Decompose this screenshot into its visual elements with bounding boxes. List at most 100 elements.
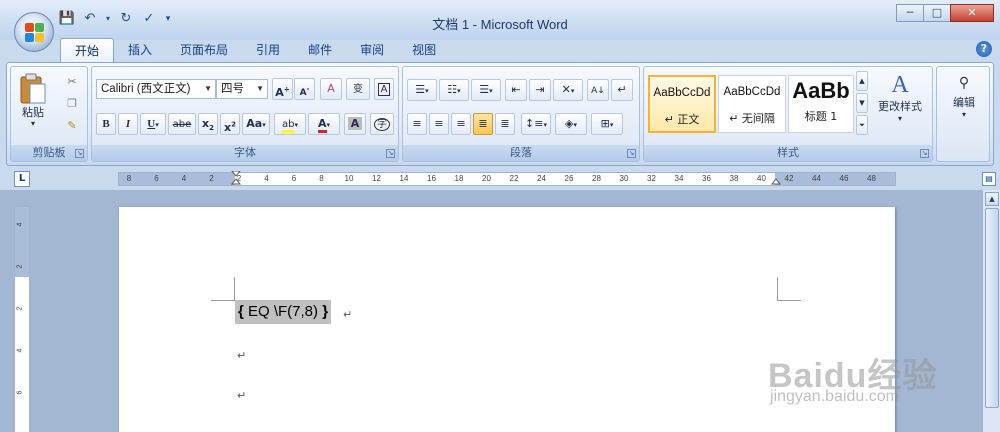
character-shading-button[interactable]: A: [344, 113, 366, 135]
highlighter-icon: ab: [282, 119, 295, 133]
character-border-button[interactable]: A: [374, 78, 394, 100]
phonetic-guide-button[interactable]: 变: [346, 78, 370, 100]
font-color-icon: A: [317, 117, 327, 133]
styles-scroll-up-button[interactable]: ▲: [856, 71, 868, 91]
brush-icon: ✎: [67, 119, 77, 132]
field-code-text: EQ \F(7,8): [243, 303, 323, 320]
underline-button[interactable]: U▾: [140, 113, 166, 135]
grow-font-button[interactable]: A+: [272, 78, 293, 100]
decrease-indent-button[interactable]: ⇤: [505, 79, 527, 101]
scissors-icon: ✂: [67, 75, 77, 88]
clipboard-group: 粘贴 ▾ ✂ ❐ ✎ 剪贴板 ↘: [10, 66, 88, 162]
borders-button[interactable]: ⊞▾: [591, 113, 623, 135]
tab-selector[interactable]: L: [14, 171, 30, 187]
font-name-value: Calibri (西文正文): [101, 83, 191, 95]
paste-dropdown-icon: ▾: [30, 119, 35, 128]
format-painter-button[interactable]: ✎: [61, 115, 83, 137]
equation-field-code[interactable]: { EQ \F(7,8) }: [235, 300, 332, 324]
increase-indent-button[interactable]: ⇥: [529, 79, 551, 101]
margin-corner-top-left: [211, 277, 235, 301]
clear-formatting-button[interactable]: A: [320, 78, 342, 100]
show-marks-button[interactable]: ↵: [611, 79, 633, 101]
vruler-tick-label: 2: [16, 306, 24, 311]
scrollbar-thumb[interactable]: [985, 208, 999, 408]
style-normal[interactable]: AaBbCcDd ↵ 正文: [648, 75, 716, 133]
border-icon: ⊞: [600, 117, 610, 130]
subscript-button[interactable]: x2: [198, 113, 218, 135]
styles-more-button[interactable]: ⏷: [856, 115, 868, 135]
tab-home[interactable]: 开始: [60, 38, 115, 62]
indent-marker-icon[interactable]: [231, 171, 241, 187]
ruler-tick-label: 4: [264, 174, 269, 183]
align-left-button[interactable]: ≡: [407, 113, 427, 135]
change-styles-button[interactable]: A 更改样式 ▾: [872, 69, 928, 141]
tab-references[interactable]: 引用: [242, 38, 294, 62]
scroll-up-arrow-icon[interactable]: ▲: [985, 192, 999, 206]
styles-launcher-icon[interactable]: ↘: [920, 149, 929, 158]
style-heading-1[interactable]: AaBb 标题 1: [788, 75, 854, 133]
shrink-font-button[interactable]: A-: [294, 78, 315, 100]
tab-mailings[interactable]: 邮件: [294, 38, 346, 62]
document-page[interactable]: { EQ \F(7,8) } ↵ ↵ ↵: [119, 207, 895, 432]
horizontal-ruler[interactable]: 8 6 4 2 2 4 6 8 10 12 14 16 18 20 22 24 26 28 30 32 34 36 38 40…: [118, 171, 896, 187]
help-icon[interactable]: ?: [976, 41, 992, 57]
editing-button[interactable]: ⚲ 编辑 ▾: [941, 69, 987, 141]
align-right-button[interactable]: ≡: [451, 113, 471, 135]
tab-insert[interactable]: 插入: [114, 38, 166, 62]
ruler-tick-label: 46: [839, 174, 849, 183]
paste-icon: [20, 73, 46, 104]
office-button[interactable]: [14, 12, 54, 52]
ribbon: 粘贴 ▾ ✂ ❐ ✎ 剪贴板 ↘ Calibri (西文正文) ▼ 四号 ▼ A…: [6, 62, 994, 166]
ruler-tick-label: 8: [319, 174, 324, 183]
bullets-icon: ☰: [415, 83, 426, 96]
multilevel-list-button[interactable]: ☰▾: [471, 79, 501, 101]
numbering-button[interactable]: ☷▾: [439, 79, 469, 101]
superscript-icon: x2: [224, 120, 236, 134]
ruler-tick-label: 22: [509, 174, 519, 183]
chinese-layout-button[interactable]: ✕▾: [553, 79, 583, 101]
sort-button[interactable]: A↓: [587, 79, 609, 101]
vertical-ruler[interactable]: 4 2 2 4 6: [14, 206, 30, 432]
enclose-characters-button[interactable]: 字: [370, 113, 394, 135]
close-button[interactable]: ✕: [950, 4, 994, 22]
right-indent-marker-icon[interactable]: [771, 171, 781, 187]
paragraph-launcher-icon[interactable]: ↘: [627, 149, 636, 158]
superscript-button[interactable]: x2: [220, 113, 240, 135]
styles-scroll-down-button[interactable]: ▼: [856, 93, 868, 113]
change-case-button[interactable]: Aa▾: [242, 113, 270, 135]
ruler-tick-label: 4: [181, 174, 187, 183]
align-center-button[interactable]: ≡: [429, 113, 449, 135]
shading-button[interactable]: ◈▾: [555, 113, 587, 135]
paste-button[interactable]: 粘贴 ▾: [15, 69, 51, 139]
font-size-combo[interactable]: 四号 ▼: [216, 79, 268, 99]
cut-button[interactable]: ✂: [61, 71, 83, 93]
vruler-tick-label: 2: [16, 264, 24, 269]
bullets-button[interactable]: ☰▾: [407, 79, 437, 101]
copy-button[interactable]: ❐: [61, 93, 83, 115]
vertical-scrollbar[interactable]: ▲: [982, 190, 1000, 432]
font-name-combo[interactable]: Calibri (西文正文) ▼: [96, 79, 216, 99]
ruler-row: L 8 6 4 2 2 4 6 8 10 12 14 16 18 20 22 24 26 28 30 32 34 36 38…: [0, 168, 1000, 190]
shrink-font-icon: A-: [299, 85, 310, 98]
style-no-spacing[interactable]: AaBbCcDd ↵ 无间隔: [718, 75, 786, 133]
clipboard-launcher-icon[interactable]: ↘: [75, 149, 84, 158]
ruler-tick-label: 40: [757, 174, 766, 183]
tab-view[interactable]: 视图: [398, 38, 450, 62]
editing-label: 编辑: [953, 96, 975, 109]
strikethrough-button[interactable]: abe: [168, 113, 196, 135]
maximize-button[interactable]: □: [923, 4, 951, 22]
highlight-button[interactable]: ab▾: [274, 113, 306, 135]
font-color-button[interactable]: A▾: [308, 113, 340, 135]
bold-button[interactable]: B: [96, 113, 116, 135]
tab-review[interactable]: 审阅: [346, 38, 398, 62]
view-ruler-icon[interactable]: ▤: [982, 172, 996, 186]
distributed-button[interactable]: ≣: [495, 113, 515, 135]
minimize-button[interactable]: ─: [896, 4, 924, 22]
paragraph-mark: ↵: [237, 389, 247, 402]
font-launcher-icon[interactable]: ↘: [386, 149, 395, 158]
line-spacing-button[interactable]: ↕≡▾: [521, 113, 551, 135]
justify-button[interactable]: ≣: [473, 113, 493, 135]
italic-button[interactable]: I: [118, 113, 138, 135]
tab-page-layout[interactable]: 页面布局: [166, 38, 242, 62]
paragraph-mark: ↵: [343, 308, 353, 321]
